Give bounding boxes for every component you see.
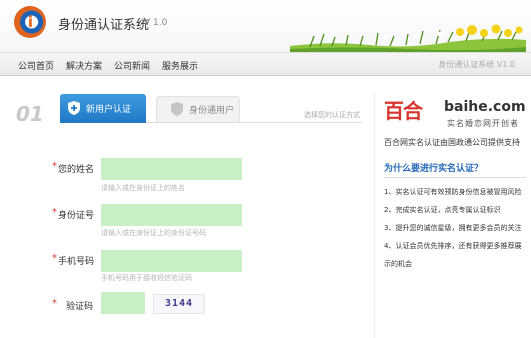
phone-hint: 手机号码用于接收短信验证码 (101, 274, 192, 282)
required-mark: * (52, 161, 57, 172)
header: i 身份通认证系统 V 1.0 (0, 0, 531, 52)
tab-new-user-label: 新用户认证 (86, 105, 132, 115)
name-label: 您的姓名 (58, 165, 95, 175)
list-item: 1、实名认证可有效预防身份信息被冒用风险 (384, 188, 522, 196)
required-mark: * (52, 253, 57, 264)
reasons-list: 1、实名认证可有效预防身份信息被冒用风险 2、完成实名认证，点亮专属认证标识 3… (384, 183, 528, 273)
id-number-hint: 请输入或在身份证上的身份证号码 (101, 229, 206, 237)
list-item: 2、完成实名认证，点亮专属认证标识 (384, 206, 501, 214)
side-rule (384, 177, 526, 178)
nav-system-label: 身份通认证系统 V1.0 (438, 60, 515, 69)
side-divider (374, 92, 375, 338)
captcha-label: 验证码 (66, 302, 94, 312)
shield-plus-icon (68, 101, 80, 115)
logo-letter-icon: i (27, 13, 34, 31)
nav-item-home[interactable]: 公司首页 (18, 59, 54, 72)
name-input[interactable] (101, 158, 242, 180)
why-verify-heading: 为什么要进行实名认证？ (384, 164, 484, 174)
baihe-logo-cn: 百合 (384, 99, 423, 123)
required-mark: * (52, 298, 57, 309)
baihe-logo-en: baihe.com (444, 99, 526, 115)
name-hint: 请输入或在身份证上的姓名 (101, 184, 185, 192)
phone-input[interactable] (101, 250, 242, 272)
captcha-image[interactable]: 3144 (153, 294, 205, 314)
auth-method-note: 选择您的认证方式 (304, 111, 360, 119)
main-navbar: 公司首页 解决方案 公司新闻 服务展示 身份通认证系统 V1.0 (0, 52, 531, 76)
id-number-input[interactable] (101, 204, 242, 226)
baihe-slogan: 实名婚恋网开创者 (447, 119, 519, 128)
required-mark: * (52, 207, 57, 218)
nav-item-services[interactable]: 服务展示 (162, 59, 198, 72)
id-number-label: 身份证号 (58, 211, 95, 221)
tab-new-user[interactable]: 新用户认证 (60, 94, 146, 123)
captcha-input[interactable] (101, 292, 145, 314)
nav-item-news[interactable]: 公司新闻 (114, 59, 150, 72)
tab-existing-user[interactable]: 身份通用户 (156, 96, 240, 122)
step-number: 01 (16, 102, 44, 126)
grass-flowers-decoration (290, 24, 526, 52)
nav-item-solutions[interactable]: 解决方案 (66, 59, 102, 72)
phone-label: 手机号码 (58, 257, 95, 267)
tab-existing-user-label: 身份通用户 (189, 106, 235, 116)
app-version: V 1.0 (144, 18, 168, 28)
shield-icon (171, 102, 183, 116)
list-item: 4、认证会员优先排序，还有获得更多推荐展示的机会 (384, 242, 522, 268)
provider-text: 百合网实名认证由国政通公司提供支持 (384, 138, 520, 147)
app-title: 身份通认证系统 (58, 18, 150, 33)
list-item: 3、提升您的诚信星级，拥有更多会员的关注 (384, 224, 522, 232)
